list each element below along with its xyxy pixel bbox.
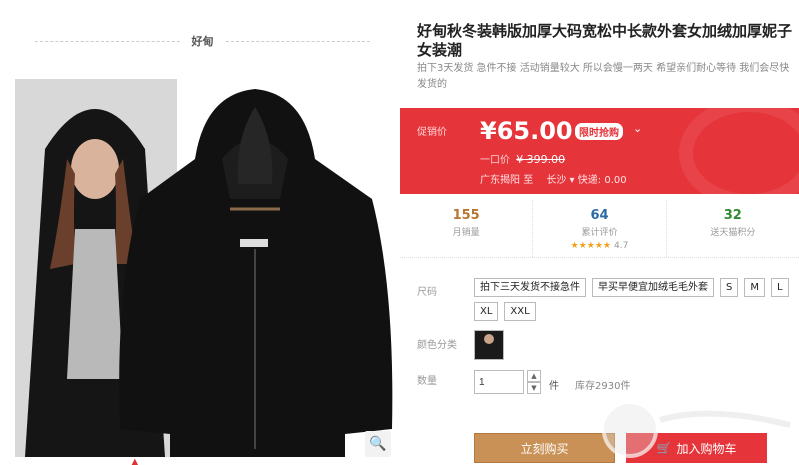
size-option[interactable]: 早买早便宜加绒毛毛外套: [592, 278, 714, 297]
shipping-info: 广东揭阳 至 长沙 ▾ 快递: 0.00: [480, 171, 627, 186]
quantity-input[interactable]: [474, 370, 524, 394]
stat-points: 32 送天猫积分: [667, 200, 799, 257]
add-to-cart-button[interactable]: 🛒 加入购物车: [626, 433, 767, 463]
product-detail: 好甸秋冬装韩版加厚大码宽松中长款外套女加绒加厚妮子女装潮 拍下3天发货 急件不接…: [400, 0, 799, 465]
decor-circle: [679, 108, 799, 194]
original-price-value: ¥ 399.00: [516, 153, 566, 166]
qty-decrease-button[interactable]: ▼: [527, 382, 541, 394]
express-label: 快递:: [577, 175, 602, 186]
product-subtitle: 拍下3天发货 急件不接 活动销量较大 所以会慢一两天 希望亲们耐心等待 我们会尽…: [417, 63, 790, 90]
express-fee: 0.00: [604, 175, 627, 186]
shop-header: 好甸: [35, 33, 370, 49]
size-options: 拍下三天发货不接急件 早买早便宜加绒毛毛外套 S M L XL XXL: [474, 278, 799, 321]
cart-icon: 🛒: [656, 441, 672, 455]
product-gallery: 好甸 🔍 ▲: [0, 0, 400, 465]
stat-number: 64: [590, 208, 609, 223]
stat-monthly-sales: 155 月销量: [400, 200, 534, 257]
qty-label: 数量: [417, 376, 437, 387]
main-product-image[interactable]: [15, 79, 393, 457]
caret-up-icon: ▲: [131, 457, 139, 465]
size-option[interactable]: M: [744, 278, 765, 297]
divider: [225, 40, 370, 42]
buy-now-label: 立刻购买: [520, 441, 569, 456]
stat-caption: 月销量: [452, 228, 480, 238]
promo-label: 促销价: [417, 127, 447, 138]
size-label: 尺码: [417, 287, 437, 298]
buy-now-button[interactable]: 立刻购买: [474, 433, 615, 463]
size-option[interactable]: XXL: [504, 302, 536, 321]
stock-count: 库存2930件: [575, 381, 631, 392]
stats-bar: 155 月销量 64 累计评价 ★★★★★ 4.7 32 送天猫积分: [400, 200, 799, 258]
divider: [35, 40, 180, 42]
stars-icon: ★★★★★: [570, 241, 611, 251]
stat-caption: 送天猫积分: [710, 228, 756, 238]
flash-sale-badge[interactable]: 限时抢购: [575, 123, 623, 140]
product-title: 好甸秋冬装韩版加厚大码宽松中长款外套女加绒加厚妮子女装潮: [417, 22, 793, 59]
shop-name[interactable]: 好甸: [180, 33, 226, 49]
stat-number: 32: [723, 208, 742, 223]
magnifier-icon[interactable]: 🔍: [365, 431, 391, 457]
swatch-thumb: [484, 334, 494, 344]
rating-score: 4.7: [614, 241, 629, 251]
product-page: 好甸 🔍 ▲ 好甸秋冬装韩版加厚大码宽松中长款外套女加绒加厚妮子女装潮 拍下3天…: [0, 0, 799, 465]
promo-panel: 促销价 ¥65.00 限时抢购 ⌄ 一口价 ¥ 399.00 广东揭阳 至 长沙…: [400, 108, 799, 194]
ship-city: 长沙: [546, 175, 567, 186]
chevron-down-icon[interactable]: ⌄: [633, 122, 642, 135]
qty-unit: 件: [549, 381, 559, 392]
color-label: 颜色分类: [417, 340, 457, 351]
stat-number: 155: [452, 208, 480, 223]
rating-stars: ★★★★★ 4.7: [533, 241, 665, 251]
color-swatch[interactable]: [474, 330, 504, 360]
size-option[interactable]: 拍下三天发货不接急件: [474, 278, 586, 297]
qty-increase-button[interactable]: ▲: [527, 370, 541, 382]
coat-photo: [110, 89, 393, 457]
add-to-cart-label: 加入购物车: [676, 441, 737, 456]
ship-to-label: 至: [523, 175, 534, 186]
promo-price: ¥65.00: [480, 117, 573, 145]
stat-caption: 累计评价: [581, 228, 618, 238]
size-option[interactable]: S: [720, 278, 739, 297]
stat-reviews[interactable]: 64 累计评价 ★★★★★ 4.7: [533, 200, 667, 257]
size-option[interactable]: L: [771, 278, 789, 297]
ship-from: 广东揭阳: [480, 175, 520, 186]
size-option[interactable]: XL: [474, 302, 499, 321]
original-price: 一口价 ¥ 399.00: [480, 151, 565, 166]
ship-city-select[interactable]: 长沙 ▾: [546, 175, 574, 186]
original-price-label: 一口价: [480, 155, 510, 166]
